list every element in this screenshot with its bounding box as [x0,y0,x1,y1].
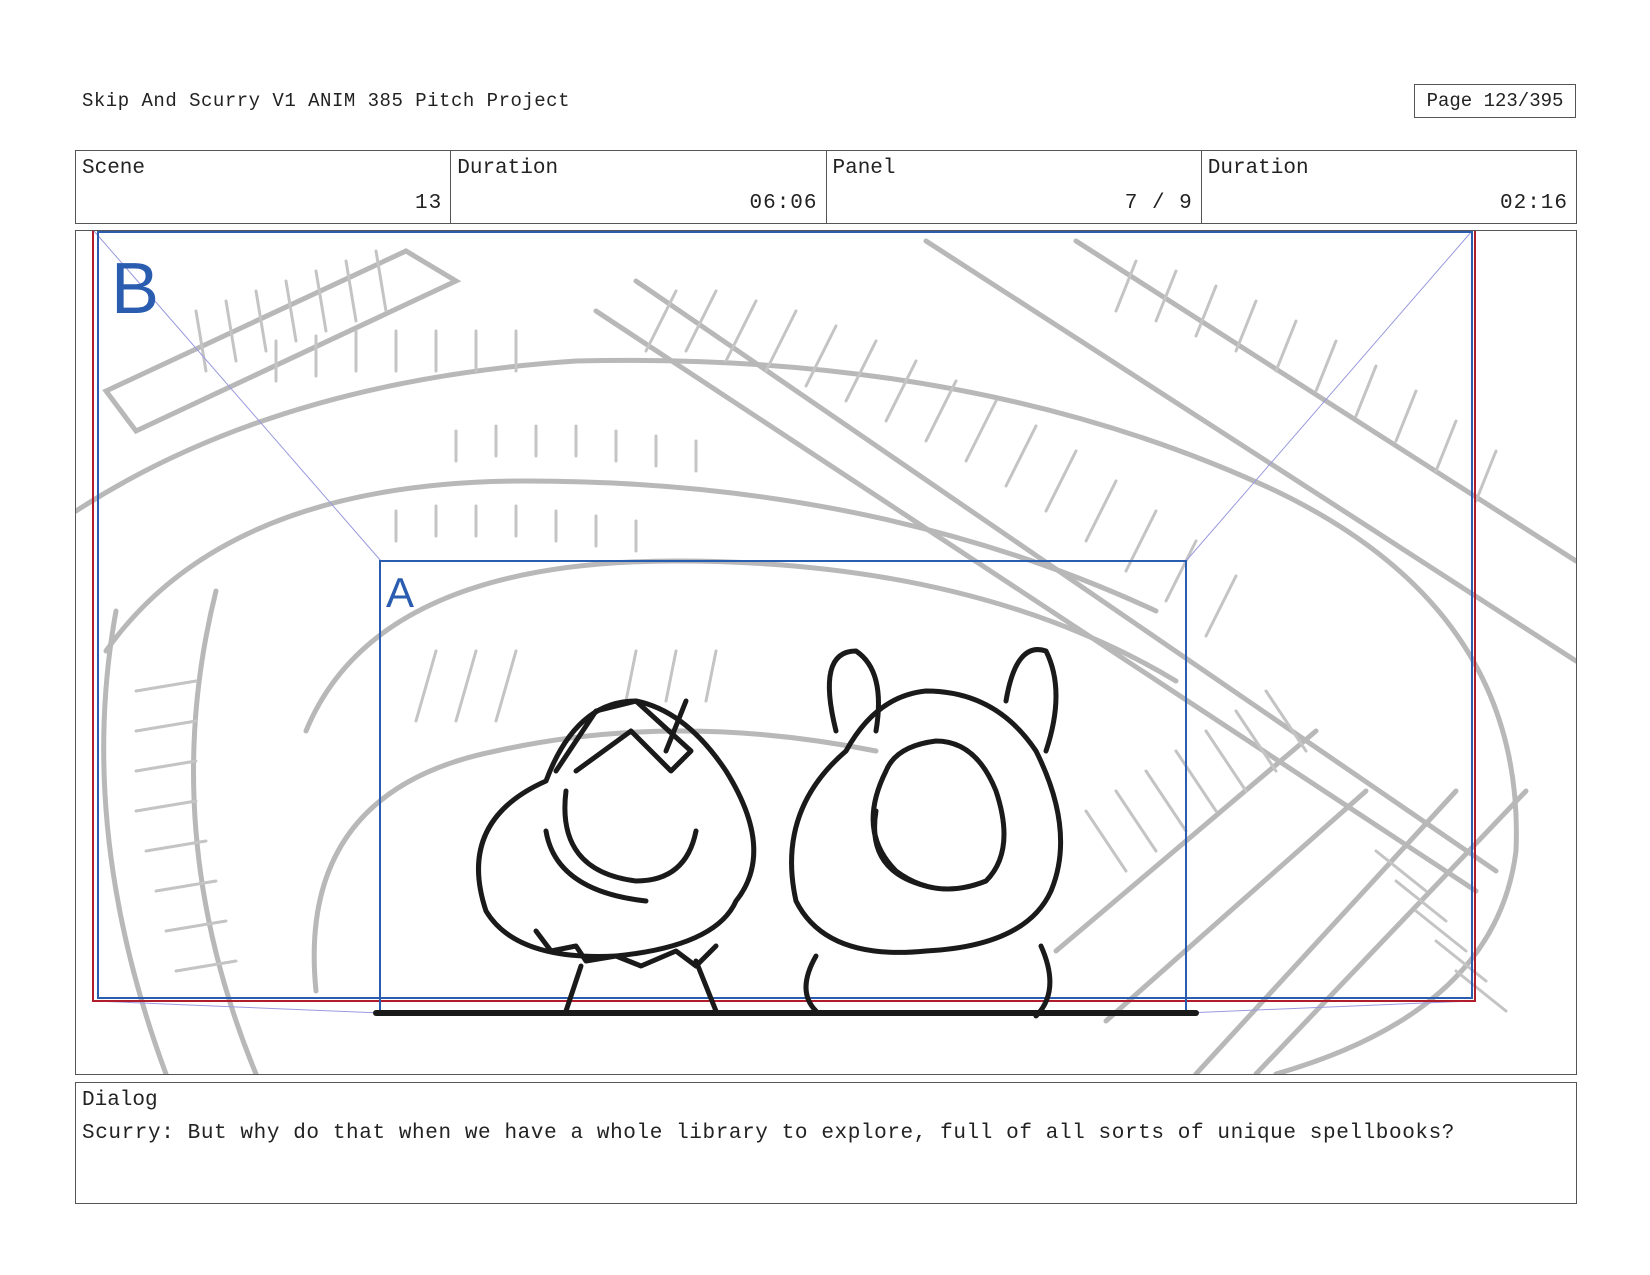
scene-duration-cell: Duration 06:06 [451,151,827,223]
scene-label: Scene [82,157,146,180]
storyboard-drawing: B A [76,231,1576,1074]
storyboard-panel: B A [75,230,1577,1075]
safe-area-frame [92,231,1476,1002]
panel-label: Panel [832,157,896,180]
dialog-box: Dialog Scurry: But why do that when we h… [75,1082,1577,1204]
background-sketch [76,238,1576,1074]
panel-cell: Panel 7 / 9 [827,151,1202,223]
stair-hatching [134,249,1508,1013]
scene-duration-value: 06:06 [749,192,818,215]
scene-cell: Scene 13 [76,151,452,223]
frame-b-label: B [111,249,159,329]
panel-value: 7 / 9 [1124,192,1193,215]
character-scurry [789,647,1064,1019]
panel-duration-cell: Duration 02:16 [1202,151,1576,223]
project-title: Skip And Scurry V1 ANIM 385 Pitch Projec… [82,90,570,112]
frame-a-label: A [386,569,414,616]
panel-duration-label: Duration [1207,157,1309,180]
dialog-text: Scurry: But why do that when we have a w… [82,1122,1456,1145]
camera-move-guides [93,231,1473,1014]
page-indicator: Page 123/395 [1414,84,1576,118]
scene-duration-label: Duration [457,157,559,180]
panel-info-table: Scene 13 Duration 06:06 Panel 7 / 9 Dura… [75,150,1577,224]
panel-duration-value: 02:16 [1499,192,1568,215]
frame-b [97,231,1473,999]
dialog-label: Dialog [82,1089,158,1112]
scene-value: 13 [415,192,443,215]
